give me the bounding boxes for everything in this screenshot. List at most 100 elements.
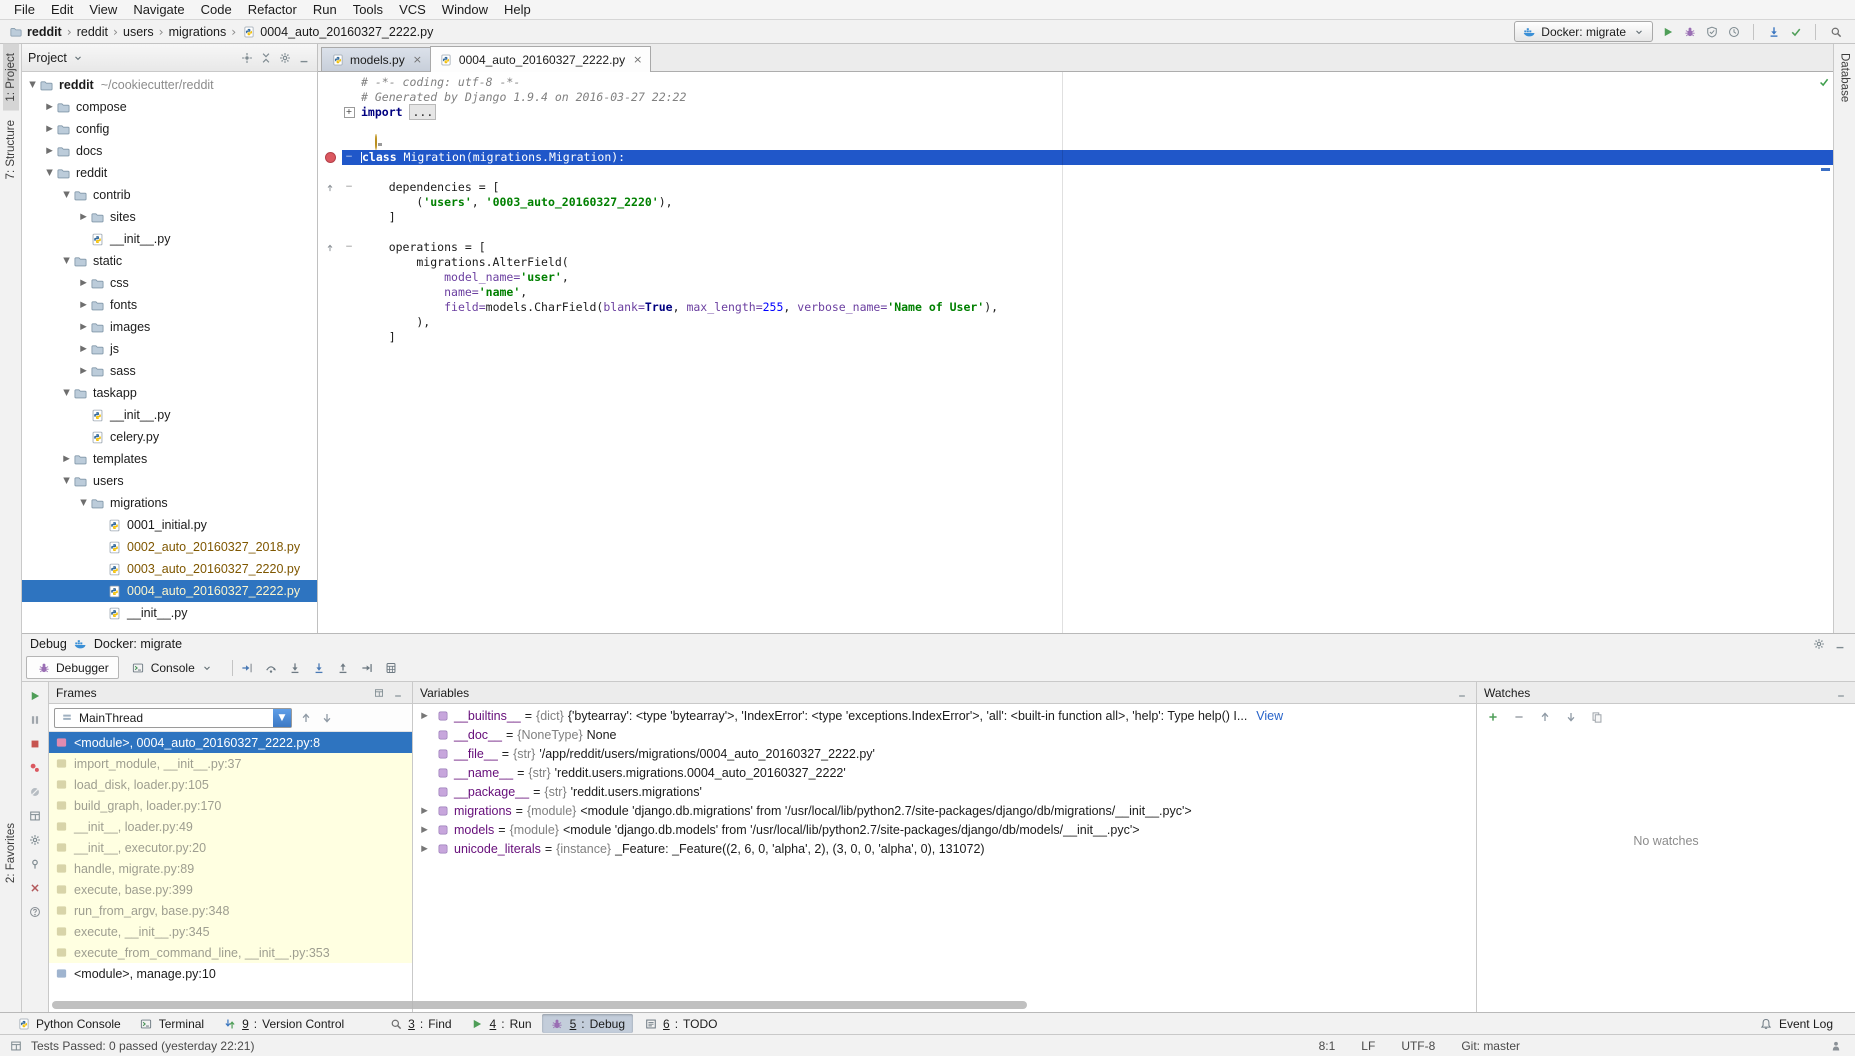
tree-row-taskapp[interactable]: ▼taskapp: [22, 382, 317, 404]
tool-window-button-version-control[interactable]: 9: Version Control: [214, 1014, 352, 1033]
intention-bulb-icon[interactable]: [375, 134, 377, 150]
variable-row-package[interactable]: __package__ = {str}'reddit.users.migrati…: [413, 782, 1476, 801]
fold-expand-icon[interactable]: +: [344, 107, 355, 118]
menu-item-navigate[interactable]: Navigate: [125, 1, 192, 18]
code-line[interactable]: [318, 120, 1833, 135]
restore-layout-icon[interactable]: [28, 808, 43, 823]
frame-row[interactable]: __init__, loader.py:49: [49, 816, 412, 837]
frame-row[interactable]: <module>, manage.py:10: [49, 963, 412, 984]
tool-window-button-2-favorites[interactable]: 2: Favorites: [3, 814, 19, 892]
run-configuration-combo[interactable]: Docker: migrate: [1514, 21, 1653, 42]
tree-chevron-icon[interactable]: ▶: [43, 146, 56, 156]
hide-panel-icon[interactable]: [296, 50, 311, 65]
variable-row-unicode-literals[interactable]: ▶unicode_literals = {instance}_Feature: …: [413, 839, 1476, 858]
tree-chevron-icon[interactable]: ▶: [77, 322, 90, 332]
mute-breakpoints-icon[interactable]: [28, 784, 43, 799]
run-to-cursor-icon[interactable]: [360, 660, 375, 675]
evaluate-expression-icon[interactable]: [384, 660, 399, 675]
menu-item-window[interactable]: Window: [434, 1, 496, 18]
tree-row-contrib[interactable]: ▼contrib: [22, 184, 317, 206]
frame-row[interactable]: build_graph, loader.py:170: [49, 795, 412, 816]
chevron-down-icon[interactable]: [71, 50, 86, 65]
menu-item-help[interactable]: Help: [496, 1, 539, 18]
force-step-into-icon[interactable]: [312, 660, 327, 675]
tree-chevron-icon[interactable]: ▼: [60, 256, 73, 266]
inspection-profile-icon[interactable]: [1828, 1038, 1843, 1053]
show-execution-point-icon[interactable]: [240, 660, 255, 675]
tree-chevron-icon[interactable]: ▶: [77, 300, 90, 310]
tree-row-celery-py[interactable]: celery.py: [22, 426, 317, 448]
tree-chevron-icon[interactable]: ▼: [43, 168, 56, 178]
code-line[interactable]: [318, 135, 1833, 150]
run-icon[interactable]: [1660, 24, 1675, 39]
variable-row-builtins[interactable]: ▶__builtins__ = {dict}{'bytearray': <typ…: [413, 706, 1476, 725]
tree-chevron-icon[interactable]: ▼: [60, 476, 73, 486]
tree-row-0002-auto-20160327-2018-py[interactable]: 0002_auto_20160327_2018.py: [22, 536, 317, 558]
add-watch-button[interactable]: [1485, 709, 1500, 724]
frame-row[interactable]: import_module, __init__.py:37: [49, 753, 412, 774]
tree-chevron-icon[interactable]: ▶: [77, 344, 90, 354]
menu-item-run[interactable]: Run: [305, 1, 345, 18]
menu-item-file[interactable]: File: [6, 1, 43, 18]
previous-frame-button[interactable]: [298, 710, 313, 725]
resume-program-icon[interactable]: [28, 688, 43, 703]
tree-row-sites[interactable]: ▶sites: [22, 206, 317, 228]
tree-row-users[interactable]: ▼users: [22, 470, 317, 492]
hide-panel-icon[interactable]: [1454, 685, 1469, 700]
tree-row-0003-auto-20160327-2220-py[interactable]: 0003_auto_20160327_2220.py: [22, 558, 317, 580]
expand-arrow-icon[interactable]: ▶: [418, 844, 431, 854]
breadcrumb-item-reddit[interactable]: reddit: [8, 24, 62, 39]
close-icon[interactable]: ×: [413, 53, 422, 66]
frame-row[interactable]: <module>, 0004_auto_20160327_2222.py:8: [49, 732, 412, 753]
commit-changes-icon[interactable]: [1788, 24, 1803, 39]
tree-row-js[interactable]: ▶js: [22, 338, 317, 360]
project-panel-title[interactable]: Project: [28, 51, 67, 65]
tree-chevron-icon[interactable]: ▶: [43, 102, 56, 112]
tree-chevron-icon[interactable]: ▼: [26, 80, 39, 90]
tool-window-button-find[interactable]: 3: Find: [380, 1014, 459, 1033]
tree-row-static[interactable]: ▼static: [22, 250, 317, 272]
tool-window-button-todo[interactable]: 6: TODO: [635, 1014, 725, 1033]
frame-row[interactable]: execute_from_command_line, __init__.py:3…: [49, 942, 412, 963]
tree-row-reddit[interactable]: ▼reddit~/cookiecutter/reddit: [22, 74, 317, 96]
expand-arrow-icon[interactable]: ▶: [418, 825, 431, 835]
step-out-icon[interactable]: [336, 660, 351, 675]
variable-row-doc[interactable]: __doc__ = {NoneType}None: [413, 725, 1476, 744]
git-branch-widget[interactable]: Git: master: [1461, 1039, 1520, 1053]
gutter-marker-icon[interactable]: [323, 180, 338, 195]
tree-row-compose[interactable]: ▶compose: [22, 96, 317, 118]
tool-window-button-debug[interactable]: 5: Debug: [542, 1014, 633, 1033]
tool-window-button-terminal[interactable]: Terminal: [131, 1014, 212, 1033]
code-line[interactable]: [318, 225, 1833, 240]
menu-item-tools[interactable]: Tools: [345, 1, 391, 18]
pause-program-icon[interactable]: [28, 712, 43, 727]
debug-tab-debugger[interactable]: Debugger: [26, 656, 119, 679]
profiler-icon[interactable]: [1726, 24, 1741, 39]
hide-panel-icon[interactable]: [1833, 685, 1848, 700]
menu-item-code[interactable]: Code: [193, 1, 240, 18]
collapse-all-icon[interactable]: [258, 50, 273, 65]
hide-panel-icon[interactable]: [390, 685, 405, 700]
fold-marker-icon[interactable]: −: [342, 150, 356, 165]
tree-row-images[interactable]: ▶images: [22, 316, 317, 338]
fold-marker-icon[interactable]: −: [342, 240, 356, 255]
move-watch-up-button[interactable]: [1537, 709, 1552, 724]
scroll-to-source-icon[interactable]: [239, 50, 254, 65]
code-line[interactable]: migrations.AlterField(: [318, 255, 1833, 270]
code-line[interactable]: − operations = [: [318, 240, 1833, 255]
tool-window-button-python-console[interactable]: Python Console: [8, 1014, 129, 1033]
tree-row-templates[interactable]: ▶templates: [22, 448, 317, 470]
tool-window-switcher-icon[interactable]: [8, 1038, 23, 1053]
frame-row[interactable]: load_disk, loader.py:105: [49, 774, 412, 795]
debug-tab-console[interactable]: Console: [121, 656, 225, 679]
variable-row-models[interactable]: ▶models = {module}<module 'django.db.mod…: [413, 820, 1476, 839]
tree-row-docs[interactable]: ▶docs: [22, 140, 317, 162]
breakpoint-icon[interactable]: [325, 152, 336, 163]
inspections-ok-icon[interactable]: [1817, 74, 1832, 89]
frame-row[interactable]: handle, migrate.py:89: [49, 858, 412, 879]
code-line[interactable]: # -*- coding: utf-8 -*-: [318, 75, 1833, 90]
code-line[interactable]: model_name='user',: [318, 270, 1833, 285]
search-everywhere-icon[interactable]: [1828, 24, 1843, 39]
tool-window-button-database[interactable]: Database: [1837, 44, 1853, 111]
tree-row-fonts[interactable]: ▶fonts: [22, 294, 317, 316]
